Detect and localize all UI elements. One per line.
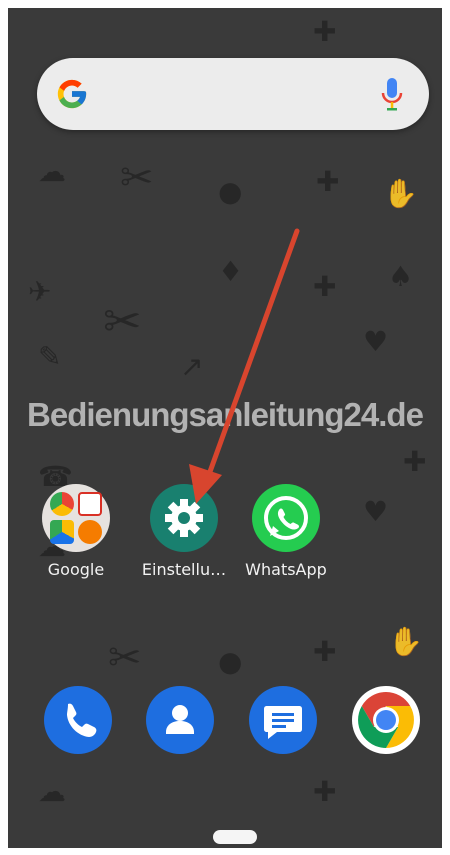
home-gesture-pill[interactable]	[213, 830, 257, 844]
phone-screen: ☁ ✂ ● ✚ ✋ ✚ ✈ ✂ ♦ ✚ ♠ ♥ ✎ ↗ ☎ ✚ ♥ ☁ ✚ ✋ …	[8, 8, 442, 848]
chrome-icon	[354, 688, 418, 752]
gmail-mini-icon	[78, 492, 102, 516]
wallpaper-doodle: ↗	[180, 350, 204, 383]
wallpaper-doodle: ✂	[103, 294, 142, 348]
dock-contacts-app[interactable]	[146, 686, 214, 754]
dock-chrome-app[interactable]	[352, 686, 420, 754]
app-label: Google	[47, 560, 105, 579]
settings-gear-icon	[150, 484, 218, 552]
wallpaper-doodle: ✋	[388, 625, 423, 658]
dock-messages-app[interactable]	[249, 686, 317, 754]
wallpaper-doodle: ☁	[38, 155, 66, 188]
wallpaper-doodle: ✚	[313, 15, 337, 48]
app-label: Einstellu…	[141, 560, 227, 579]
wallpaper-doodle: ♠	[388, 260, 414, 293]
contacts-icon	[166, 705, 194, 734]
phone-icon	[67, 703, 97, 737]
play-mini-icon	[78, 520, 102, 544]
wallpaper-doodle: ♥	[363, 325, 389, 358]
wallpaper-doodle: ●	[218, 175, 243, 208]
google-folder-icon	[42, 484, 110, 552]
messages-icon	[264, 706, 302, 739]
wallpaper-doodle: ●	[218, 645, 243, 678]
app-google-folder[interactable]: Google	[31, 484, 121, 579]
wallpaper-doodle: ☁	[38, 775, 66, 808]
wallpaper-doodle: ✚	[403, 445, 427, 478]
wallpaper-doodle: ✋	[383, 177, 418, 210]
chrome-mini-icon	[50, 492, 74, 516]
wallpaper-doodle: ✚	[313, 775, 337, 808]
whatsapp-icon	[252, 484, 320, 552]
google-g-icon	[57, 79, 87, 109]
dock-phone-app[interactable]	[44, 686, 112, 754]
wallpaper-doodle: ✈	[28, 275, 52, 308]
app-settings[interactable]: Einstellu…	[139, 484, 229, 579]
app-whatsapp[interactable]: WhatsApp	[241, 484, 331, 579]
wallpaper-doodle: ✚	[313, 635, 337, 668]
watermark-text: Bedienungsanleitung24.de	[27, 396, 424, 433]
wallpaper-doodle: ✚	[313, 270, 337, 303]
microphone-icon[interactable]	[381, 76, 403, 112]
google-search-bar[interactable]	[37, 58, 429, 130]
wallpaper-doodle: ♥	[363, 495, 389, 528]
app-label: WhatsApp	[245, 560, 327, 579]
wallpaper-doodle: ✎	[38, 340, 62, 373]
wallpaper-doodle: ✂	[108, 635, 142, 681]
wallpaper-doodle: ✚	[316, 165, 340, 198]
drive-mini-icon	[50, 520, 74, 544]
wallpaper-doodle: ♦	[218, 255, 244, 288]
wallpaper-doodle: ✂	[120, 155, 154, 201]
